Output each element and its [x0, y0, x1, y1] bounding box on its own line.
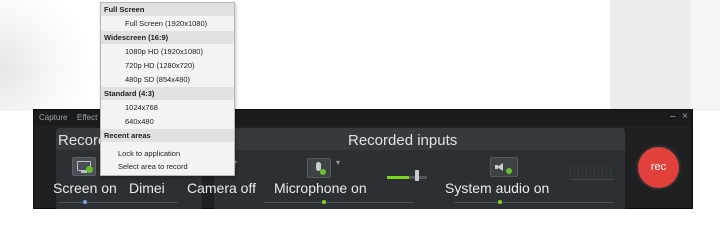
desktop-background-strip: [690, 0, 720, 111]
menu-item-1024x768[interactable]: 1024x768: [101, 101, 234, 114]
menu-item-lock-to-application[interactable]: Lock to application: [101, 147, 234, 160]
menu-header-widescreen: Widescreen (16:9): [101, 31, 234, 44]
audio-divider-line: [454, 202, 614, 203]
monitor-icon[interactable]: [72, 157, 96, 176]
speaker-icon[interactable]: [490, 157, 518, 177]
microphone-toggle[interactable]: Microphone on: [274, 180, 367, 196]
menu-item-full-screen[interactable]: Full Screen (1920x1080): [101, 17, 234, 30]
screen-slider-handle[interactable]: [83, 200, 87, 204]
microphone-level-meter: [387, 176, 427, 179]
menu-item-720p[interactable]: 720p HD (1280x720): [101, 59, 234, 72]
dimensions-field[interactable]: Dimei: [129, 180, 165, 196]
audio-slider-handle[interactable]: [498, 200, 502, 204]
menu-item-1080p[interactable]: 1080p HD (1920x1080): [101, 45, 234, 58]
microphone-level-fill: [387, 176, 409, 179]
recording-area-dropdown-menu: Full Screen Full Screen (1920x1080) Wide…: [100, 2, 235, 176]
menu-header-standard: Standard (4:3): [101, 87, 234, 100]
record-button[interactable]: rec: [638, 147, 679, 188]
screen-toggle[interactable]: Screen on: [53, 180, 117, 196]
menu-item-640x480[interactable]: 640x480: [101, 115, 234, 128]
menu-header-full-screen: Full Screen: [101, 3, 234, 16]
microphone-icon[interactable]: [307, 158, 331, 178]
system-audio-level-meter: [570, 165, 614, 180]
screen-divider-line: [58, 202, 178, 203]
microphone-divider-line: [264, 202, 414, 203]
desktop-background: [0, 0, 100, 111]
camera-toggle[interactable]: Camera off: [187, 180, 256, 196]
microphone-dropdown-icon[interactable]: ▾: [336, 158, 340, 167]
microphone-volume-slider[interactable]: [415, 170, 419, 181]
minimize-icon[interactable]: –: [670, 111, 676, 122]
microphone-slider-handle[interactable]: [322, 200, 326, 204]
system-audio-toggle[interactable]: System audio on: [445, 180, 549, 196]
menu-item-select-area[interactable]: Select area to record: [101, 160, 234, 173]
menu-item-480p[interactable]: 480p SD (854x480): [101, 73, 234, 86]
effects-tab[interactable]: Effect: [77, 113, 97, 122]
capture-tab[interactable]: Capture: [39, 113, 67, 122]
inputs-section-title: Recorded inputs: [348, 132, 458, 149]
close-icon[interactable]: ×: [682, 111, 688, 122]
menu-header-recent-areas: Recent areas: [101, 129, 234, 142]
